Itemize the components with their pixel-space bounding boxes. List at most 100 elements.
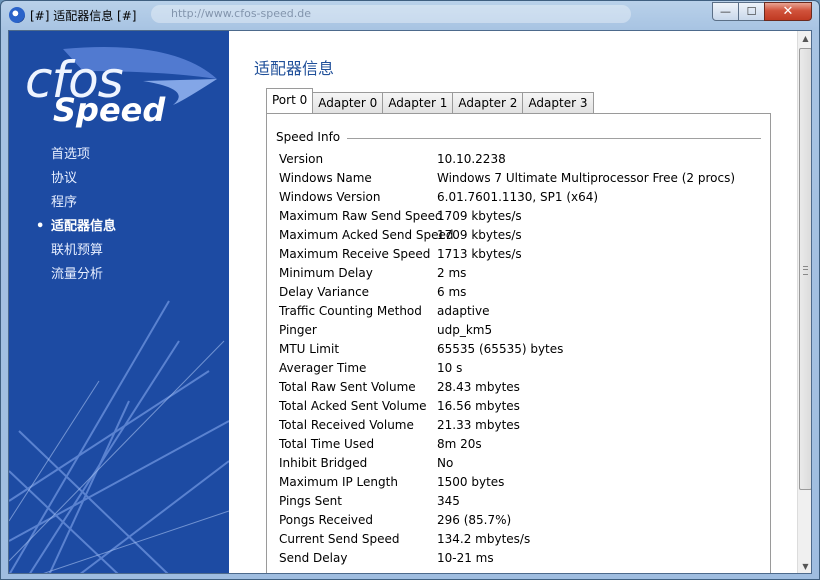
logo-speed-text: Speed	[53, 91, 166, 129]
row-key: Inhibit Bridged	[279, 456, 368, 470]
table-row: Minimum Delay 2 ms	[279, 264, 769, 283]
row-value: 2 ms	[437, 266, 467, 280]
row-key: Delay Variance	[279, 285, 370, 299]
tab-bar: Port 0 Adapter 0 Adapter 1 Adapter 2 Ada…	[266, 88, 594, 113]
info-table: Version 10.10.2238 Windows Name Windows 7 U…	[279, 150, 769, 568]
row-key: Maximum Acked Send Speed	[279, 228, 454, 242]
maximize-button[interactable]: ☐	[738, 2, 765, 21]
row-key: Current Send Speed	[279, 532, 400, 546]
grip-icon	[803, 266, 808, 275]
row-key: Minimum Delay	[279, 266, 373, 280]
row-key: Total Raw Sent Volume	[279, 380, 416, 394]
row-value: 28.43 mbytes	[437, 380, 520, 394]
table-row: Pongs Received 296 (85.7%)	[279, 511, 769, 530]
table-row: Total Acked Sent Volume 16.56 mbytes	[279, 397, 769, 416]
sidebar-item-label: 程序	[51, 195, 78, 210]
row-value: 1713 kbytes/s	[437, 247, 522, 261]
row-value: adaptive	[437, 304, 490, 318]
row-value: 10 s	[437, 361, 463, 375]
decorative-rays	[9, 300, 229, 573]
row-key: Total Acked Sent Volume	[279, 399, 427, 413]
row-value: 10.10.2238	[437, 152, 506, 166]
table-row: Total Raw Sent Volume 28.43 mbytes	[279, 378, 769, 397]
row-key: Windows Version	[279, 190, 381, 204]
row-value: 10-21 ms	[437, 551, 494, 565]
sidebar-item-adapter-info[interactable]: • 适配器信息	[9, 215, 229, 239]
sidebar-item-label: 适配器信息	[51, 219, 117, 234]
row-value: 21.33 mbytes	[437, 418, 520, 432]
group-divider	[347, 138, 761, 139]
table-row: Send Delay 10-21 ms	[279, 549, 769, 568]
tab-adapter-0[interactable]: Adapter 0	[312, 92, 384, 113]
active-bullet-icon: •	[36, 219, 45, 234]
sidebar-item-online-budget[interactable]: 联机预算	[9, 239, 229, 263]
table-row: Maximum Acked Send Speed 1709 kbytes/s	[279, 226, 769, 245]
row-key: Pinger	[279, 323, 317, 337]
table-row: Inhibit Bridged No	[279, 454, 769, 473]
table-row: Version 10.10.2238	[279, 150, 769, 169]
sidebar-item-preferences[interactable]: 首选项	[9, 143, 229, 167]
sidebar: cfos Speed 首选项 协议 程序 • 适配器信息 联机预算 流量分析	[9, 31, 229, 573]
row-value: 1709 kbytes/s	[437, 209, 522, 223]
row-value: udp_km5	[437, 323, 493, 337]
row-value: 1500 bytes	[437, 475, 505, 489]
sidebar-item-label: 协议	[51, 171, 78, 186]
row-key: Pongs Received	[279, 513, 374, 527]
title-bar[interactable]: [#] 适配器信息 [#] http://www.cfos-speed.de —…	[1, 1, 819, 29]
tab-port-0[interactable]: Port 0	[266, 88, 314, 113]
window-title: [#] 适配器信息 [#]	[30, 9, 137, 23]
row-key: Averager Time	[279, 361, 367, 375]
tab-adapter-1[interactable]: Adapter 1	[382, 92, 454, 113]
row-value: No	[437, 456, 454, 470]
scroll-up-icon[interactable]: ▲	[798, 31, 811, 47]
row-value: 16.56 mbytes	[437, 399, 520, 413]
table-row: MTU Limit 65535 (65535) bytes	[279, 340, 769, 359]
row-key: Windows Name	[279, 171, 372, 185]
row-key: Version	[279, 152, 324, 166]
row-key: Pings Sent	[279, 494, 342, 508]
scroll-down-icon[interactable]: ▼	[798, 559, 811, 573]
row-value: 296 (85.7%)	[437, 513, 512, 527]
cfos-speed-logo: cfos Speed	[23, 41, 223, 131]
sidebar-item-label: 流量分析	[51, 267, 104, 282]
close-icon: ✕	[782, 4, 794, 19]
group-label: Speed Info	[276, 130, 347, 144]
app-window: [#] 适配器信息 [#] http://www.cfos-speed.de —…	[0, 0, 820, 580]
maximize-icon: ☐	[746, 5, 757, 18]
table-row: Windows Name Windows 7 Ultimate Multiproc…	[279, 169, 769, 188]
table-row: Pings Sent 345	[279, 492, 769, 511]
sidebar-nav: 首选项 协议 程序 • 适配器信息 联机预算 流量分析	[9, 143, 229, 287]
sidebar-item-protocols[interactable]: 协议	[9, 167, 229, 191]
close-button[interactable]: ✕	[764, 2, 812, 21]
row-value: 65535 (65535) bytes	[437, 342, 564, 356]
cfos-app-icon[interactable]	[9, 7, 25, 23]
row-value: 345	[437, 494, 460, 508]
tab-adapter-3[interactable]: Adapter 3	[522, 92, 594, 113]
row-key: Maximum Receive Speed	[279, 247, 431, 261]
scrollbar-thumb[interactable]	[799, 48, 811, 490]
row-key: Total Time Used	[279, 437, 375, 451]
row-value: 6 ms	[437, 285, 467, 299]
sidebar-item-programs[interactable]: 程序	[9, 191, 229, 215]
vertical-scrollbar[interactable]: ▲ ▼	[797, 31, 811, 573]
page-title: 适配器信息	[254, 59, 335, 78]
table-row: Total Received Volume 21.33 mbytes	[279, 416, 769, 435]
background-url-ghost: http://www.cfos-speed.de	[151, 5, 631, 23]
minimize-icon: —	[720, 5, 731, 18]
table-row: Averager Time 10 s	[279, 359, 769, 378]
table-row: Maximum IP Length 1500 bytes	[279, 473, 769, 492]
row-key: Maximum IP Length	[279, 475, 398, 489]
sidebar-item-label: 首选项	[51, 147, 91, 162]
tab-adapter-2[interactable]: Adapter 2	[452, 92, 524, 113]
tab-panel: Speed Info Version 10.10.2238 Windows Name…	[266, 113, 771, 573]
row-key: Send Delay	[279, 551, 348, 565]
main-content: 适配器信息 Port 0 Adapter 0 Adapter 1 Adapter…	[229, 31, 797, 573]
row-value: Windows 7 Ultimate Multiprocessor Free (…	[437, 171, 736, 185]
row-key: Traffic Counting Method	[279, 304, 422, 318]
row-value: 1709 kbytes/s	[437, 228, 522, 242]
table-row: Pinger udp_km5	[279, 321, 769, 340]
row-value: 6.01.7601.1130, SP1 (x64)	[437, 190, 599, 204]
client-area: cfos Speed 首选项 协议 程序 • 适配器信息 联机预算 流量分析 适…	[8, 30, 812, 574]
row-value: 8m 20s	[437, 437, 482, 451]
minimize-button[interactable]: —	[712, 2, 739, 21]
